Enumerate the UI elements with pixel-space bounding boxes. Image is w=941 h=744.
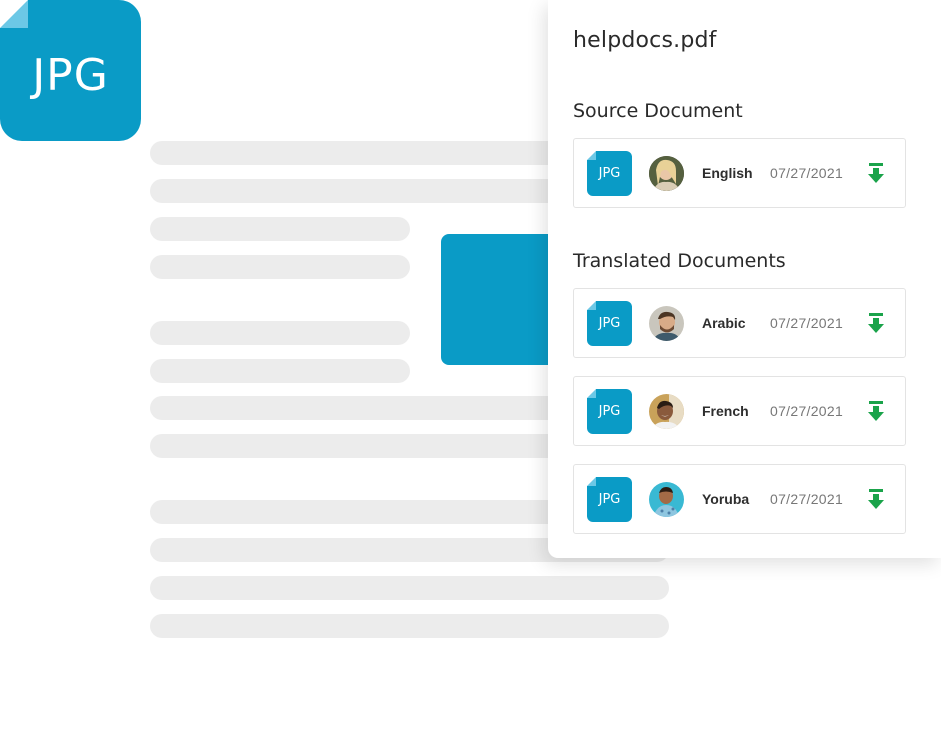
file-type-label: JPG [598, 404, 621, 419]
text-placeholder [150, 217, 410, 241]
date-label: 07/27/2021 [770, 403, 844, 419]
user-avatar [649, 156, 684, 191]
file-name: helpdocs.pdf [573, 28, 717, 53]
download-arrow-icon[interactable] [866, 313, 886, 335]
text-placeholder [150, 359, 410, 383]
download-arrow-icon[interactable] [866, 163, 886, 185]
translation-panel: helpdocs.pdf Source Document JPG English… [548, 0, 941, 558]
language-label: English [702, 165, 753, 181]
source-document-row[interactable]: JPG English 07/27/2021 [573, 138, 906, 208]
translated-section-title: Translated Documents [573, 250, 786, 272]
date-label: 07/27/2021 [770, 315, 844, 331]
user-avatar [649, 394, 684, 429]
language-label: French [702, 403, 749, 419]
download-arrow-icon[interactable] [866, 489, 886, 511]
date-label: 07/27/2021 [770, 165, 844, 181]
source-section-title: Source Document [573, 100, 743, 122]
language-label: Arabic [702, 315, 746, 331]
jpg-file-icon: JPG [587, 477, 632, 522]
user-avatar [649, 306, 684, 341]
language-label: Yoruba [702, 491, 750, 507]
jpg-file-icon: JPG [0, 0, 141, 141]
translated-document-row[interactable]: JPG French 07/27/2021 [573, 376, 906, 446]
translated-document-row[interactable]: JPG Yoruba 07/27/2021 [573, 464, 906, 534]
text-placeholder [150, 321, 410, 345]
file-type-label: JPG [32, 50, 109, 101]
text-placeholder [150, 576, 669, 600]
jpg-file-icon: JPG [587, 151, 632, 196]
file-type-label: JPG [598, 166, 621, 181]
text-placeholder [150, 255, 410, 279]
download-arrow-icon[interactable] [866, 401, 886, 423]
text-placeholder [150, 614, 669, 638]
file-type-label: JPG [598, 492, 621, 507]
user-avatar [649, 482, 684, 517]
page-fold [0, 0, 28, 28]
jpg-file-icon: JPG [587, 301, 632, 346]
file-type-label: JPG [598, 316, 621, 331]
date-label: 07/27/2021 [770, 491, 844, 507]
translated-document-row[interactable]: JPG Arabic 07/27/2021 [573, 288, 906, 358]
jpg-file-icon: JPG [587, 389, 632, 434]
